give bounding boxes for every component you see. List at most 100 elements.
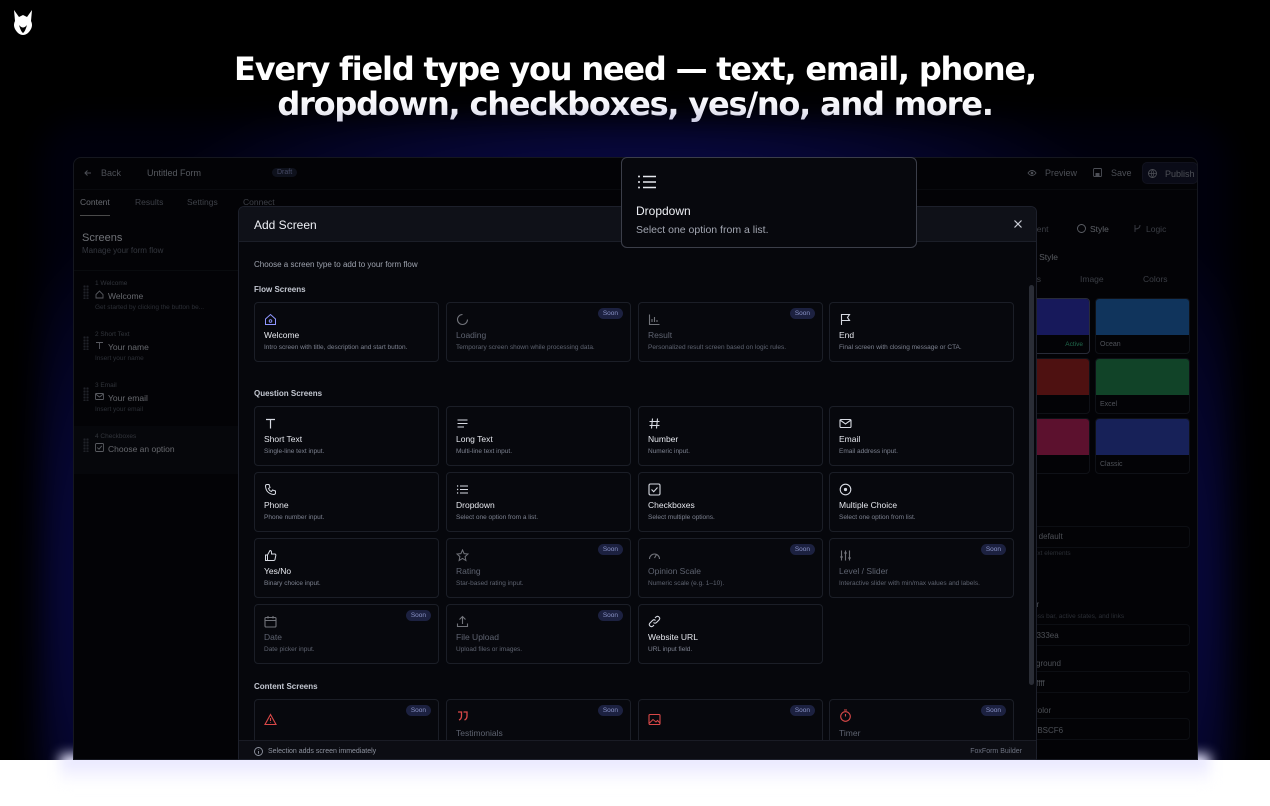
- card-label: Short Text: [264, 434, 303, 444]
- modal-title: Add Screen: [254, 218, 317, 232]
- card-label: Dropdown: [456, 500, 495, 510]
- card-end[interactable]: End Final screen with closing message or…: [829, 302, 1014, 362]
- footer-brand: FoxForm Builder: [970, 748, 1022, 755]
- card-desc: Upload files or images.: [456, 646, 523, 653]
- card-label: Opinion Scale: [648, 566, 701, 576]
- sliders-icon: [840, 550, 851, 561]
- card-label: Yes/No: [264, 566, 292, 576]
- image-icon: [648, 713, 661, 726]
- list-icon: [456, 485, 468, 494]
- card-desc: Final screen with closing message or CTA…: [839, 344, 962, 351]
- loader-icon: [456, 313, 469, 326]
- card-label: Loading: [456, 330, 487, 340]
- headline: Every field type you need — text, email,…: [0, 52, 1270, 122]
- close-icon[interactable]: [1011, 217, 1025, 231]
- thumbs-up-icon: [265, 549, 277, 561]
- card-label: Timer: [839, 728, 861, 738]
- soon-badge: Soon: [789, 308, 815, 319]
- flag-icon: [840, 313, 851, 325]
- section-content-screens: Content Screens: [254, 682, 318, 691]
- soon-badge: Soon: [789, 705, 815, 716]
- card-desc: Single-line text input.: [264, 448, 325, 455]
- card-desc: Intro screen with title, description and…: [264, 344, 408, 351]
- upload-icon: [456, 615, 469, 628]
- card-label: Date: [264, 632, 282, 642]
- gauge-icon: [648, 553, 661, 560]
- card-short-text[interactable]: Short Text Single-line text input.: [254, 406, 439, 466]
- soon-badge: Soon: [597, 610, 623, 621]
- soon-badge: Soon: [597, 308, 623, 319]
- modal-scrollbar[interactable]: [1029, 285, 1034, 685]
- card-desc: Numeric scale (e.g. 1–10).: [648, 580, 725, 587]
- list-icon: [638, 175, 656, 189]
- card-desc: Personalized result screen based on logi…: [648, 344, 787, 351]
- card-label: Website URL: [648, 632, 698, 642]
- card-rating[interactable]: Soon Rating Star-based rating input.: [446, 538, 631, 598]
- phone-icon: [264, 484, 276, 496]
- card-label: Level / Slider: [839, 566, 889, 576]
- card-result[interactable]: Soon Result Personalized result screen b…: [638, 302, 823, 362]
- card-email[interactable]: Email Email address input.: [829, 406, 1014, 466]
- card-label: Testimonials: [456, 728, 503, 738]
- card-desc: Interactive slider with min/max values a…: [839, 580, 980, 587]
- soon-badge: Soon: [597, 705, 623, 716]
- card-label: Rating: [456, 566, 481, 576]
- align-left-icon: [457, 419, 468, 428]
- card-long-text[interactable]: Long Text Multi-line text input.: [446, 406, 631, 466]
- soon-badge: Soon: [405, 610, 431, 621]
- card-label: Checkboxes: [648, 500, 695, 510]
- card-desc: URL input field.: [648, 646, 693, 653]
- card-desc: Select one option from list.: [839, 514, 916, 521]
- soon-badge: Soon: [405, 705, 431, 716]
- card-desc: Phone number input.: [264, 514, 325, 521]
- add-screen-modal: Add Screen Choose a screen type to add t…: [238, 206, 1037, 760]
- bottom-band: [0, 760, 1270, 806]
- soon-badge: Soon: [980, 544, 1006, 555]
- modal-intro: Choose a screen type to add to your form…: [254, 260, 418, 269]
- card-yes-no[interactable]: Yes/No Binary choice input.: [254, 538, 439, 598]
- fox-logo-icon: [14, 10, 32, 35]
- card-label: File Upload: [456, 632, 499, 642]
- bar-chart-icon: [648, 314, 660, 326]
- card-number[interactable]: Number Numeric input.: [638, 406, 823, 466]
- mail-icon: [839, 418, 852, 429]
- card-phone[interactable]: Phone Phone number input.: [254, 472, 439, 532]
- home-icon: [265, 313, 276, 325]
- card-loading[interactable]: Soon Loading Temporary screen shown whil…: [446, 302, 631, 362]
- headline-line-2: dropdown, checkboxes, yes/no, and more.: [277, 85, 994, 123]
- card-label: Email: [839, 434, 861, 444]
- card-desc: Select multiple options.: [648, 514, 715, 521]
- card-file-upload[interactable]: Soon File Upload Upload files or images.: [446, 604, 631, 664]
- card-label: Phone: [264, 500, 289, 510]
- card-welcome[interactable]: Welcome Intro screen with title, descrip…: [254, 302, 439, 362]
- soon-badge: Soon: [980, 705, 1006, 716]
- card-label: Number: [648, 434, 679, 444]
- checkbox-icon: [648, 483, 661, 496]
- card-website-url[interactable]: Website URL URL input field.: [638, 604, 823, 664]
- card-label: End: [839, 330, 855, 340]
- soon-badge: Soon: [789, 544, 815, 555]
- modal-footer: Selection adds screen immediately FoxFor…: [239, 740, 1036, 759]
- callout-title: Dropdown: [636, 204, 691, 218]
- card-opinion-scale[interactable]: Soon Opinion Scale Numeric scale (e.g. 1…: [638, 538, 823, 598]
- footer-hint: Selection adds screen immediately: [268, 748, 377, 755]
- soon-badge: Soon: [597, 544, 623, 555]
- radio-icon: [839, 483, 852, 496]
- callout-desc: Select one option from a list.: [636, 224, 769, 236]
- card-desc: Numeric input.: [648, 448, 690, 455]
- calendar-icon: [264, 616, 277, 628]
- card-checkboxes[interactable]: Checkboxes Select multiple options.: [638, 472, 823, 532]
- card-desc: Multi-line text input.: [456, 448, 512, 455]
- dropdown-callout: Dropdown Select one option from a list.: [621, 157, 917, 248]
- card-label: Welcome: [264, 330, 300, 340]
- card-desc: Temporary screen shown while processing …: [456, 344, 595, 351]
- card-date[interactable]: Soon Date Date picker input.: [254, 604, 439, 664]
- card-dropdown[interactable]: Dropdown Select one option from a list.: [446, 472, 631, 532]
- card-multiple-choice[interactable]: Multiple Choice Select one option from l…: [829, 472, 1014, 532]
- card-label: Result: [648, 330, 673, 340]
- card-level-slider[interactable]: Soon Level / Slider Interactive slider w…: [829, 538, 1014, 598]
- alert-icon: [264, 713, 277, 726]
- hash-icon: [649, 418, 660, 429]
- card-desc: Date picker input.: [264, 646, 315, 653]
- card-desc: Email address input.: [839, 448, 898, 455]
